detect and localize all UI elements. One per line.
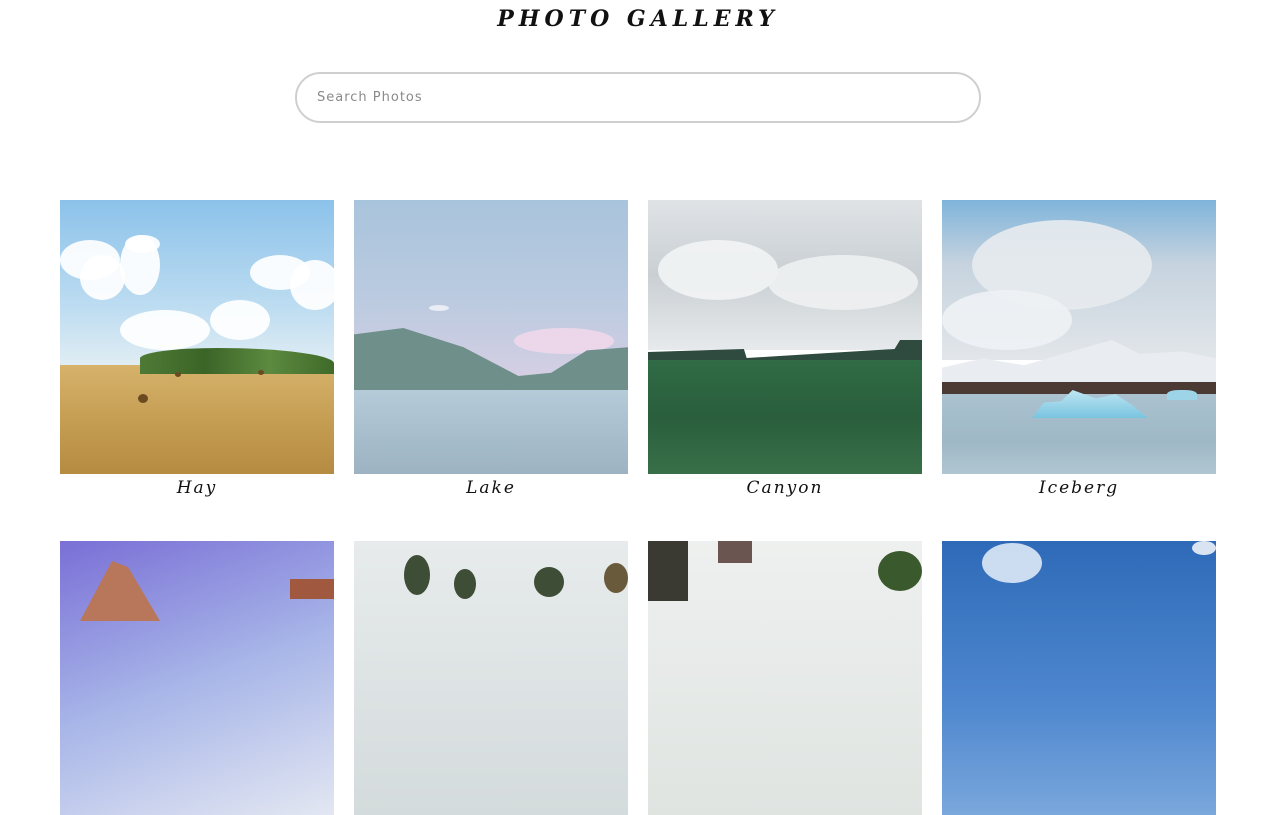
photo-caption: Hay [176, 478, 218, 498]
photo-card[interactable] [648, 541, 922, 815]
photo-card-hay[interactable]: Hay [60, 200, 334, 498]
photo-card[interactable] [354, 541, 628, 815]
photo-caption: Iceberg [1038, 478, 1120, 498]
photo-card[interactable] [60, 541, 334, 815]
page-title: PHOTO GALLERY [497, 6, 779, 32]
photo-card-iceberg[interactable]: Iceberg [942, 200, 1216, 498]
photo-card[interactable] [942, 541, 1216, 815]
hay-field-photo[interactable] [60, 200, 334, 474]
blue-sky-photo[interactable] [942, 541, 1216, 815]
trees-photo[interactable] [354, 541, 628, 815]
search-input[interactable] [295, 72, 981, 123]
iceberg-photo[interactable] [942, 200, 1216, 474]
forest-photo[interactable] [648, 541, 922, 815]
photo-caption: Canyon [746, 478, 824, 498]
photo-card-lake[interactable]: Lake [354, 200, 628, 498]
photo-card-canyon[interactable]: Canyon [648, 200, 922, 498]
canyon-photo[interactable] [648, 200, 922, 474]
mountain-photo[interactable] [60, 541, 334, 815]
lake-photo[interactable] [354, 200, 628, 474]
photo-caption: Lake [466, 478, 516, 498]
